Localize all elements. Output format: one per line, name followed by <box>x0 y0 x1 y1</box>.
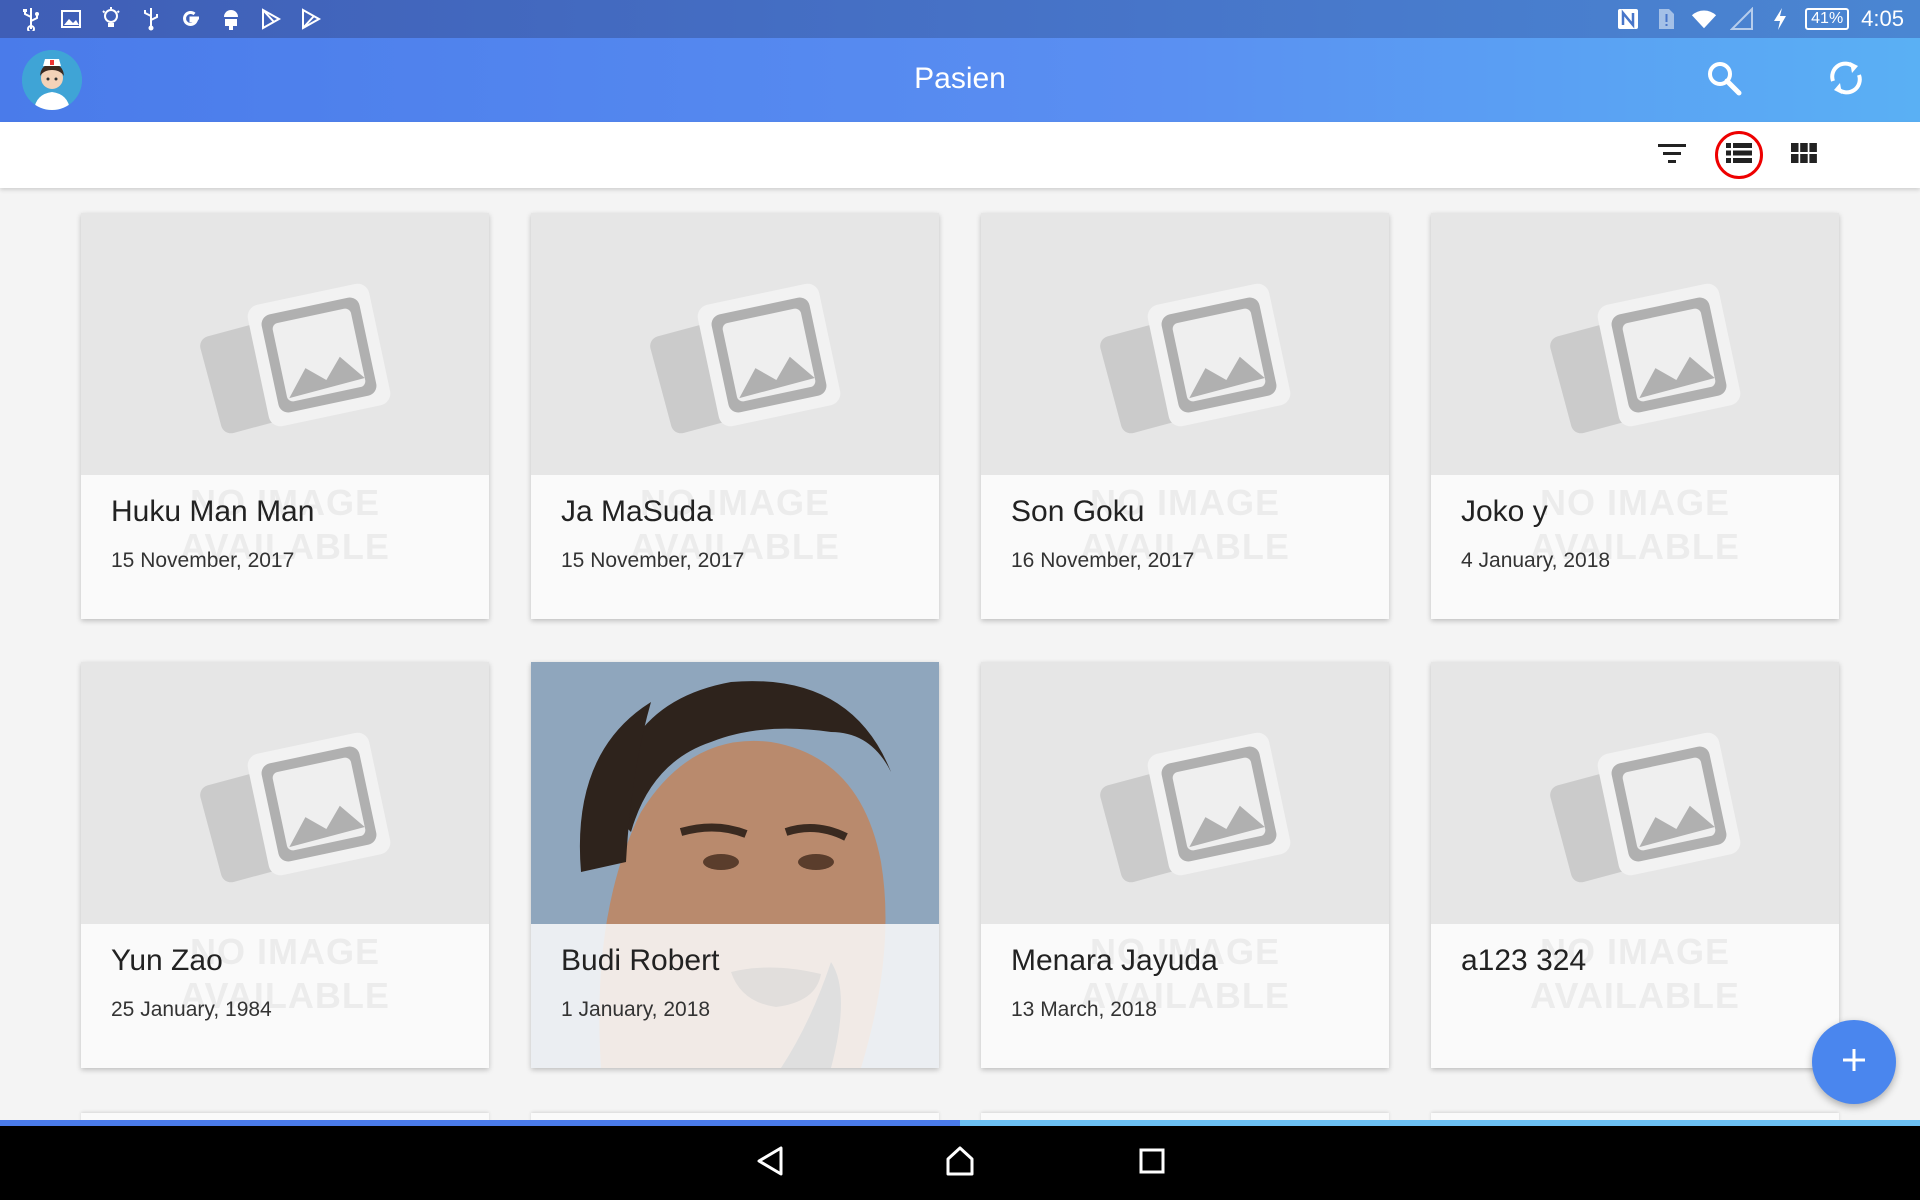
patient-name: Yun Zao <box>111 944 223 977</box>
search-icon <box>1706 60 1742 101</box>
grid-view-button[interactable] <box>1784 135 1824 175</box>
patient-name: a123 324 <box>1461 944 1587 977</box>
list-view-button[interactable] <box>1715 131 1763 179</box>
home-button[interactable] <box>940 1143 980 1183</box>
patient-card-partial[interactable] <box>1431 1113 1839 1120</box>
patient-date: 1 January, 2018 <box>561 998 711 1021</box>
sync-icon <box>1827 59 1865 102</box>
android-icon <box>218 6 244 32</box>
patient-date: 16 November, 2017 <box>1011 549 1195 572</box>
no-image-placeholder <box>81 213 489 475</box>
search-button[interactable] <box>1700 56 1748 104</box>
patient-card[interactable]: NO IMAGE AVAILABLE Menara Jayuda 13 March… <box>981 662 1389 1068</box>
patient-date: 15 November, 2017 <box>111 549 295 572</box>
patient-name: Ja MaSuda <box>561 495 713 528</box>
patient-date: 25 January, 1984 <box>111 998 272 1021</box>
recents-icon <box>1138 1147 1166 1180</box>
google-icon <box>178 6 204 32</box>
patient-date: 13 March, 2018 <box>1011 998 1157 1021</box>
app-bar: Pasien <box>0 38 1920 122</box>
patient-card[interactable]: NO IMAGE AVAILABLE Yun Zao 25 January, 19… <box>81 662 489 1068</box>
watermark-line: NO IMAGE <box>1539 482 1730 523</box>
page-title: Pasien <box>914 62 1006 95</box>
no-image-placeholder <box>531 213 939 475</box>
no-image-placeholder <box>981 213 1389 475</box>
charging-icon <box>1767 6 1793 32</box>
patient-card[interactable]: NO IMAGE AVAILABLE a123 324 <box>1431 662 1839 1068</box>
patient-name: Son Goku <box>1011 495 1145 528</box>
back-button[interactable] <box>750 1143 790 1183</box>
wifi-icon <box>1691 6 1717 32</box>
patient-card-partial[interactable] <box>531 1113 939 1120</box>
system-icons: 41% 4:05 <box>1615 4 1904 34</box>
patient-grid: NO IMAGE AVAILABLE Huku Man Man 15 Novemb… <box>0 188 1920 1120</box>
sim-alert-icon <box>1653 6 1679 32</box>
highlight-ring <box>1715 131 1763 179</box>
view-toolbar <box>0 122 1920 188</box>
no-image-placeholder <box>1431 213 1839 475</box>
patient-card[interactable]: Budi Robert 1 January, 2018 <box>531 662 939 1068</box>
recents-button[interactable] <box>1132 1143 1172 1183</box>
plus-icon <box>1839 1045 1869 1080</box>
patient-name: Budi Robert <box>561 944 720 977</box>
system-nav-bar <box>0 1126 1920 1200</box>
no-image-placeholder <box>1431 662 1839 924</box>
play-store-icon <box>298 6 324 32</box>
patient-card[interactable]: NO IMAGE AVAILABLE Ja MaSuda 15 November,… <box>531 213 939 619</box>
back-icon <box>755 1145 785 1182</box>
grid-view-icon <box>1790 141 1818 170</box>
sync-button[interactable] <box>1822 56 1870 104</box>
nfc-icon <box>1615 6 1641 32</box>
filter-button[interactable] <box>1652 135 1692 175</box>
filter-icon <box>1657 141 1687 170</box>
bulb-icon <box>98 6 124 32</box>
patient-name: Menara Jayuda <box>1011 944 1218 977</box>
image-icon <box>58 6 84 32</box>
patient-card[interactable]: NO IMAGE AVAILABLE Son Goku 16 November, … <box>981 213 1389 619</box>
clock: 4:05 <box>1861 6 1904 31</box>
patient-date: 4 January, 2018 <box>1461 549 1611 572</box>
watermark-line: AVAILABLE <box>1530 975 1740 1016</box>
no-image-placeholder <box>981 662 1389 924</box>
no-image-placeholder <box>81 662 489 924</box>
status-bar: 41% 4:05 <box>0 0 1920 38</box>
signal-icon <box>1729 6 1755 32</box>
patient-card-partial[interactable] <box>981 1113 1389 1120</box>
battery-level: 41% <box>1805 8 1850 30</box>
home-icon <box>944 1145 976 1182</box>
patient-name: Joko y <box>1461 495 1548 528</box>
patient-card-partial[interactable] <box>81 1113 489 1120</box>
patient-date: 15 November, 2017 <box>561 549 745 572</box>
patient-card[interactable]: NO IMAGE AVAILABLE Huku Man Man 15 Novemb… <box>81 213 489 619</box>
play-store-icon <box>258 6 284 32</box>
patient-name: Huku Man Man <box>111 495 315 528</box>
usb-icon <box>18 6 44 32</box>
patient-card[interactable]: NO IMAGE AVAILABLE Joko y 4 January, 2018 <box>1431 213 1839 619</box>
notification-icons <box>18 6 324 32</box>
add-patient-button[interactable] <box>1812 1020 1896 1104</box>
usb-debug-icon <box>138 6 164 32</box>
